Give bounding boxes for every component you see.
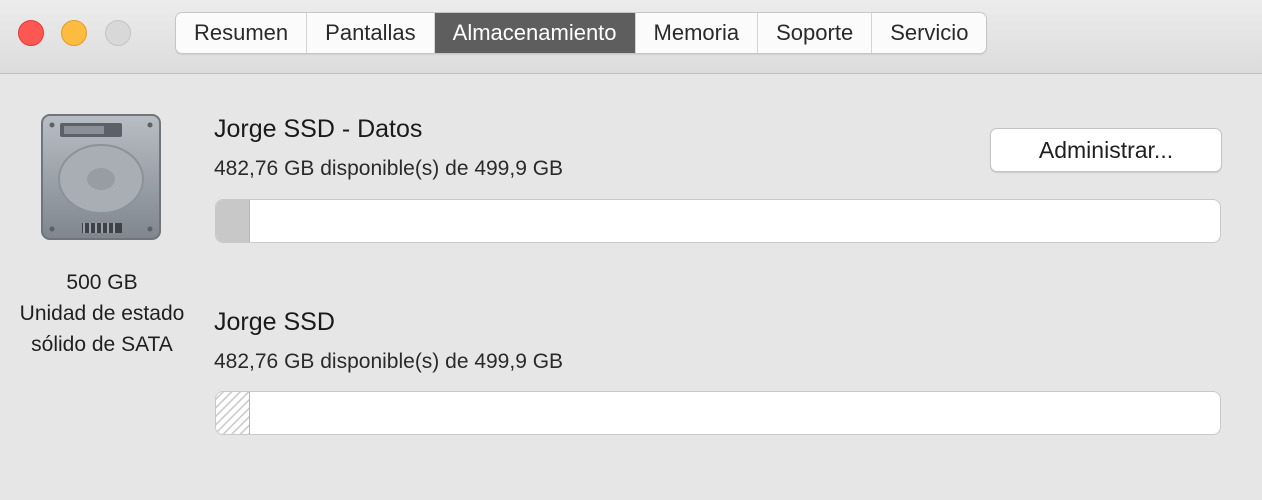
zoom-window-button[interactable] — [105, 20, 131, 46]
volume-usage-fill — [216, 200, 251, 242]
tab-servicio[interactable]: Servicio — [872, 13, 986, 53]
hard-drive-icon — [41, 114, 161, 240]
minimize-window-button[interactable] — [61, 20, 87, 46]
tab-soporte[interactable]: Soporte — [758, 13, 873, 53]
volume-name: Jorge SSD - Datos — [214, 115, 423, 143]
volume-name: Jorge SSD — [214, 308, 335, 336]
volume-availability: 482,76 GB disponible(s) de 499,9 GB — [214, 157, 564, 180]
disk-type-line1: Unidad de estado — [19, 302, 185, 325]
tab-resumen[interactable]: Resumen — [176, 13, 308, 53]
disk-capacity: 500 GB — [66, 271, 138, 294]
volume-usage-fill — [216, 392, 251, 434]
tab-bar: Resumen Pantallas Almacenamiento Memoria… — [175, 12, 988, 54]
tab-memoria[interactable]: Memoria — [636, 13, 759, 53]
title-bar: Resumen Pantallas Almacenamiento Memoria… — [0, 0, 1262, 74]
close-window-button[interactable] — [18, 20, 44, 46]
disk-type-line2: sólido de SATA — [31, 333, 173, 356]
volume-usage-bar — [215, 391, 1221, 435]
tab-almacenamiento[interactable]: Almacenamiento — [434, 13, 636, 53]
volume-usage-bar — [215, 199, 1221, 243]
disk-info: 500 GB Unidad de estado sólido de SATA — [0, 267, 204, 360]
tab-pantallas[interactable]: Pantallas — [307, 13, 435, 53]
volume-availability: 482,76 GB disponible(s) de 499,9 GB — [214, 350, 564, 373]
manage-button[interactable]: Administrar... — [990, 128, 1222, 172]
storage-panel: 500 GB Unidad de estado sólido de SATA J… — [0, 75, 1262, 500]
